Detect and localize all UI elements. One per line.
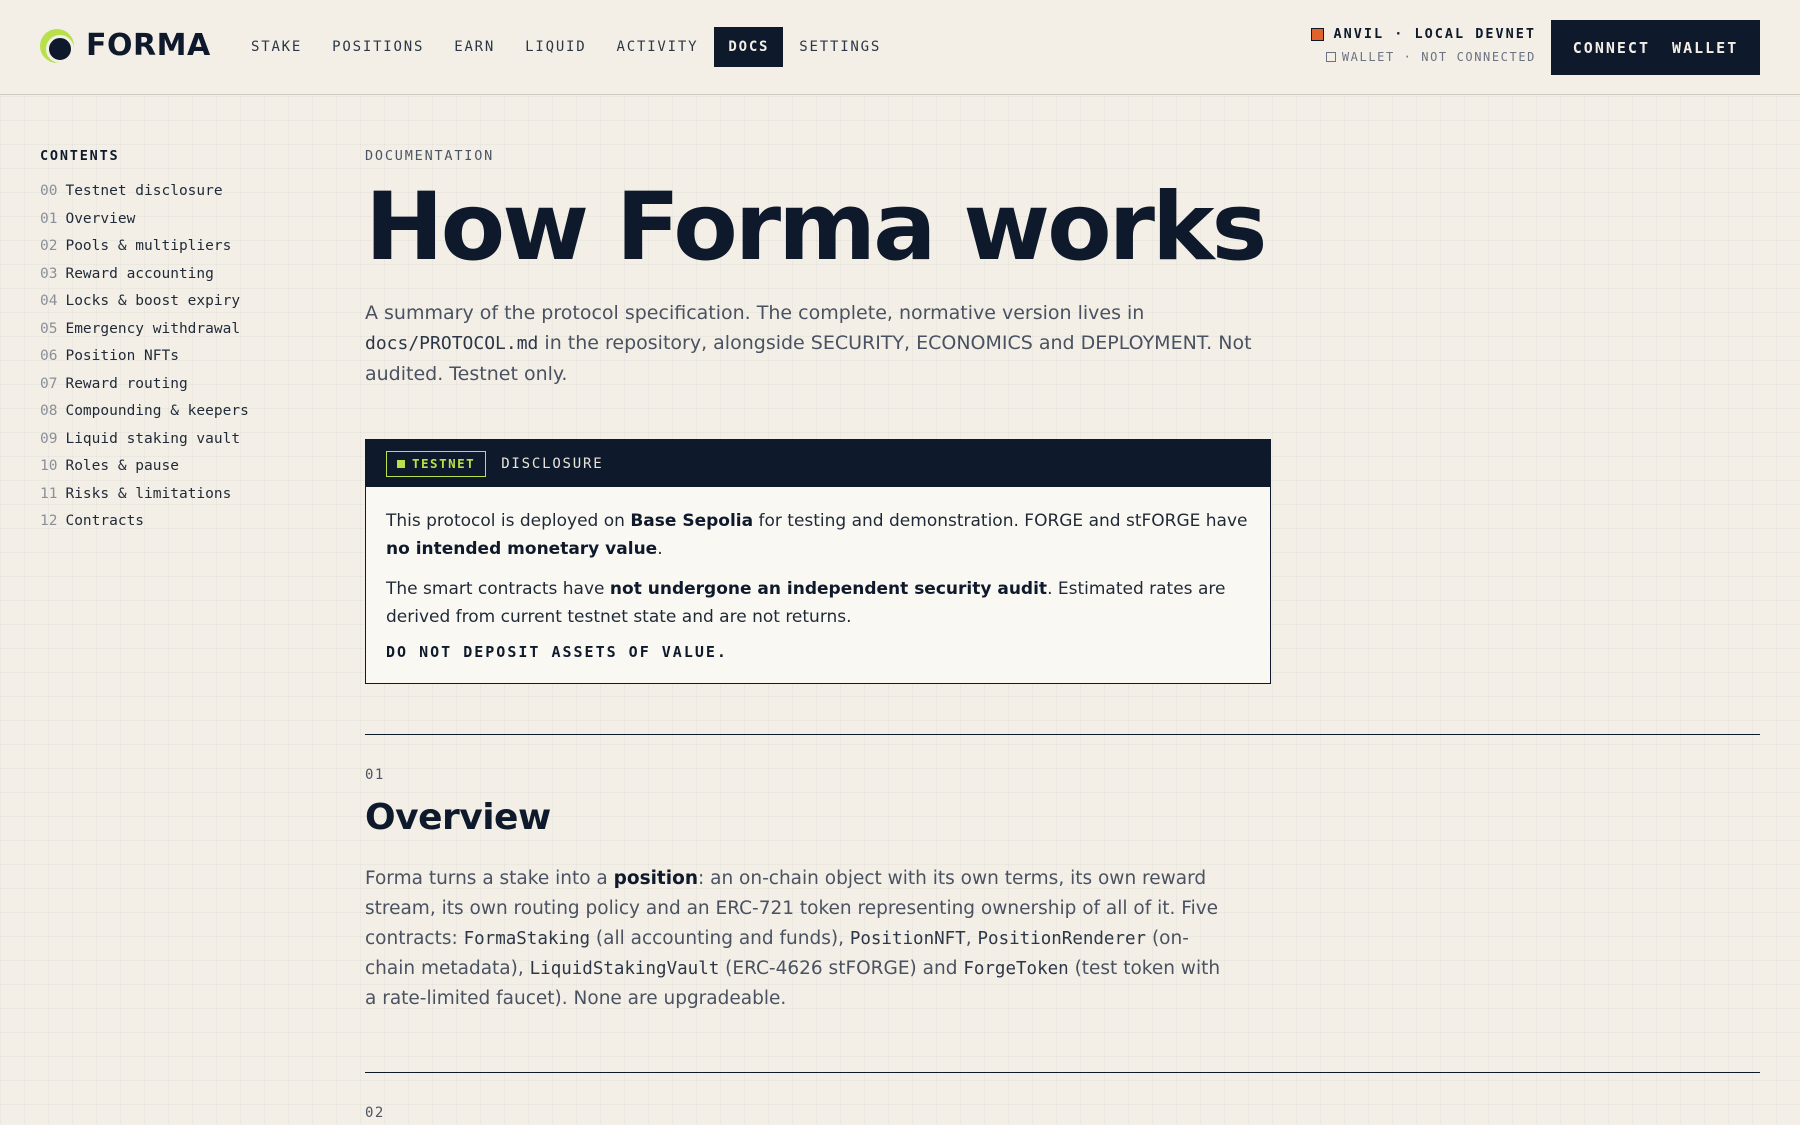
connect-wallet-button[interactable]: CONNECT WALLET <box>1551 20 1760 75</box>
table-of-contents: CONTENTS 00 Testnet disclosure 01 Overview… <box>40 148 300 536</box>
network-status-icon <box>1311 27 1325 41</box>
nav-stake[interactable]: STAKE <box>237 27 316 67</box>
toc-item-roles[interactable]: 10 Roles & pause <box>40 453 300 481</box>
protocol-doc-path: docs/PROTOCOL.md <box>365 333 539 354</box>
toc-item-compounding[interactable]: 08 Compounding & keepers <box>40 398 300 426</box>
nav-activity[interactable]: ACTIVITY <box>603 27 713 67</box>
nav-positions[interactable]: POSITIONS <box>318 27 438 67</box>
toc-item-pools[interactable]: 02 Pools & multipliers <box>40 233 300 261</box>
nav-settings[interactable]: SETTINGS <box>785 27 895 67</box>
section-overview: 01 Overview Forma turns a stake into a p… <box>365 767 1760 1014</box>
top-header: FORMA STAKE POSITIONS EARN LIQUID ACTIVI… <box>0 0 1800 95</box>
badge-square-icon <box>397 459 405 468</box>
wallet-status-icon <box>1325 52 1336 62</box>
toc-item-locks[interactable]: 04 Locks & boost expiry <box>40 288 300 316</box>
page-title: How Forma works <box>365 173 1268 282</box>
nav-liquid[interactable]: LIQUID <box>511 27 600 67</box>
nav-earn[interactable]: EARN <box>440 27 509 67</box>
toc-item-liquid-staking[interactable]: 09 Liquid staking vault <box>40 426 300 454</box>
section-divider <box>365 734 1760 735</box>
toc-item-emergency-withdrawal[interactable]: 05 Emergency withdrawal <box>40 316 300 344</box>
toc-item-contracts[interactable]: 12 Contracts <box>40 508 300 536</box>
nav-docs[interactable]: DOCS <box>714 27 784 67</box>
main-nav: STAKE POSITIONS EARN LIQUID ACTIVITY DOC… <box>237 27 897 67</box>
toc-item-risks[interactable]: 11 Risks & limitations <box>40 481 300 509</box>
section-divider <box>365 1072 1760 1073</box>
toc-item-overview[interactable]: 01 Overview <box>40 206 300 234</box>
overview-paragraph: Forma turns a stake into a position: an … <box>365 868 1221 1009</box>
docs-content: DOCUMENTATION How Forma works A summary … <box>365 148 1760 1121</box>
toc-title: CONTENTS <box>40 148 120 164</box>
disclosure-paragraph-1: This protocol is deployed on Base Sepoli… <box>386 511 1248 559</box>
section-title: Overview <box>365 797 551 838</box>
testnet-disclosure: TESTNET DISCLOSURE This protocol is depl… <box>365 439 1271 684</box>
toc-item-testnet-disclosure[interactable]: 00 Testnet disclosure <box>40 178 300 206</box>
page-eyebrow: DOCUMENTATION <box>365 148 495 164</box>
toc-item-reward-accounting[interactable]: 03 Reward accounting <box>40 261 300 289</box>
disclosure-paragraph-2: The smart contracts have not undergone a… <box>386 579 1226 627</box>
logo-text: FORMA <box>86 28 211 63</box>
network-status: ANVIL · LOCAL DEVNET WALLET · NOT CONNEC… <box>1311 26 1536 64</box>
logo[interactable]: FORMA <box>40 28 211 63</box>
toc-item-position-nfts[interactable]: 06 Position NFTs <box>40 343 300 371</box>
page-lead: A summary of the protocol specification.… <box>365 302 1252 385</box>
network-label: ANVIL · LOCAL DEVNET <box>1333 26 1536 42</box>
disclosure-label: DISCLOSURE <box>501 455 604 472</box>
wallet-status-label: WALLET · NOT CONNECTED <box>1341 50 1536 64</box>
section-number: 02 <box>365 1105 385 1121</box>
section-number: 01 <box>365 767 385 783</box>
testnet-badge: TESTNET <box>386 450 487 477</box>
logo-mark-icon <box>40 28 74 63</box>
toc-item-reward-routing[interactable]: 07 Reward routing <box>40 371 300 399</box>
disclosure-warning: DO NOT DEPOSIT ASSETS OF VALUE. <box>386 643 728 661</box>
